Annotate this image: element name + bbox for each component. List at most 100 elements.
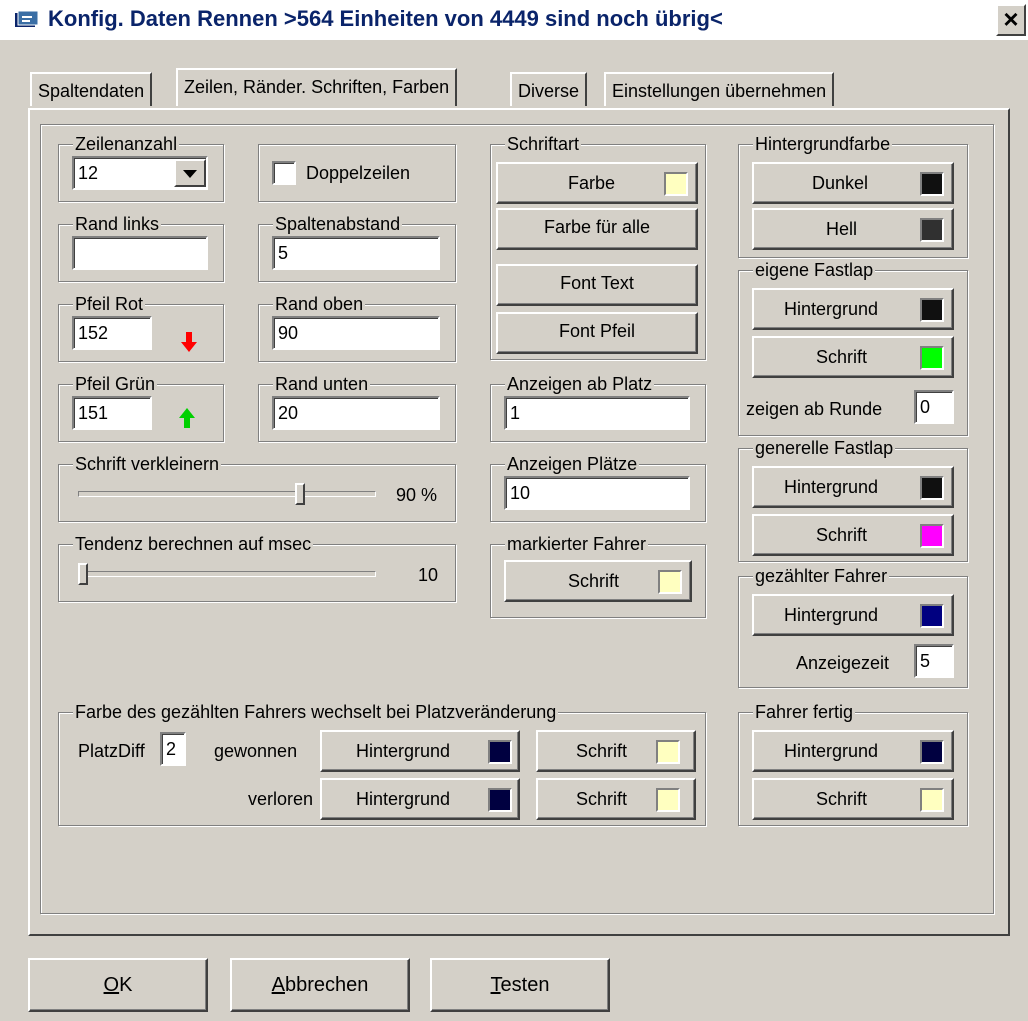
group-label: Hintergrundfarbe [753,133,893,155]
markierter-schrift-button[interactable]: Schrift [504,560,692,602]
testen-label: esten [500,974,550,996]
font-pfeil-label: Font Pfeil [558,321,636,341]
close-button[interactable]: × [996,4,1026,36]
tendenz-value: 10 [418,565,439,585]
dunkel-label: Dunkel [812,173,869,193]
anzeigen-ab-platz-input[interactable]: 1 [504,396,690,430]
gezaehlter-hintergrund-button[interactable]: Hintergrund [752,594,954,636]
group-label: Fahrer fertig [753,701,856,723]
testen-button[interactable]: Testen [430,958,610,1012]
zeigen-ab-runde-input[interactable]: 0 [914,390,954,424]
arrow-up-icon [179,408,195,428]
tendenz-thumb[interactable] [78,563,88,585]
group-label: Rand links [73,213,162,235]
schrift-verkleinern-thumb[interactable] [295,483,305,505]
anzeigen-plaetze-input[interactable]: 10 [504,476,690,510]
schrift-swatch [656,740,680,764]
gewonnen-label: gewonnen [214,741,298,761]
hintergrund-swatch [920,740,944,764]
anzeigezeit-label: Anzeigezeit [796,653,890,673]
schrift-swatch [920,788,944,812]
group-label: generelle Fastlap [753,437,896,459]
rand-unten-input[interactable]: 20 [272,396,440,430]
schrift-verkleinern-value: 90 % [396,485,438,505]
dropdown-button[interactable] [174,159,206,187]
fertig-schrift-button[interactable]: Schrift [752,778,954,820]
hintergrund-swatch [488,788,512,812]
hintergrund-swatch [920,476,944,500]
tab-diverse[interactable]: Diverse [510,72,588,106]
farbe-swatch [664,172,688,196]
dunkel-swatch [920,172,944,196]
ok-button[interactable]: OK [28,958,208,1012]
hell-button[interactable]: Hell [752,208,954,250]
app-icon [15,10,39,27]
schrift-label: Schrift [816,525,868,545]
schrift-swatch [658,570,682,594]
pfeil-gruen-input[interactable]: 151 [72,396,152,430]
rand-oben-input[interactable]: 90 [272,316,440,350]
anzeigezeit-input[interactable]: 5 [914,644,954,678]
window-title: Konfig. Daten Rennen >564 Einheiten von … [48,6,723,31]
doppelzeilen-checkbox[interactable] [272,161,296,185]
schrift-swatch [656,788,680,812]
schrift-label: Schrift [568,571,620,591]
group-label: Pfeil Rot [73,293,146,315]
hintergrund-label: Hintergrund [356,741,451,761]
schrift-label: Schrift [816,347,868,367]
fertig-hintergrund-button[interactable]: Hintergrund [752,730,954,772]
font-pfeil-button[interactable]: Font Pfeil [496,312,698,354]
group-label: Anzeigen ab Platz [505,373,655,395]
tab-zeilen-raender[interactable]: Zeilen, Ränder. Schriften, Farben [176,68,458,106]
abbrechen-button[interactable]: Abbrechen [230,958,410,1012]
gewonnen-schrift-button[interactable]: Schrift [536,730,696,772]
eigene-schrift-button[interactable]: Schrift [752,336,954,378]
group-label: eigene Fastlap [753,259,876,281]
ok-label: K [119,974,133,996]
platzdiff-input[interactable]: 2 [160,732,186,766]
abbrechen-mnemonic: A [271,974,285,996]
verloren-label: verloren [248,789,314,809]
group-label: Tendenz berechnen auf msec [73,533,314,555]
hintergrund-label: Hintergrund [784,605,879,625]
group-label: Pfeil Grün [73,373,158,395]
gewonnen-hintergrund-button[interactable]: Hintergrund [320,730,520,772]
farbe-fuer-alle-button[interactable]: Farbe für alle [496,208,698,250]
group-label: Zeilenanzahl [73,133,180,155]
farbe-fuer-alle-label: Farbe für alle [543,217,651,237]
doppelzeilen-label: Doppelzeilen [306,163,411,183]
generelle-schrift-button[interactable]: Schrift [752,514,954,556]
tendenz-track[interactable] [78,571,376,577]
rand-links-input[interactable] [72,236,208,270]
dunkel-button[interactable]: Dunkel [752,162,954,204]
schrift-swatch [920,346,944,370]
font-text-button[interactable]: Font Text [496,264,698,306]
verloren-hintergrund-button[interactable]: Hintergrund [320,778,520,820]
spaltenabstand-input[interactable]: 5 [272,236,440,270]
group-label: Schriftart [505,133,582,155]
group-label: gezählter Fahrer [753,565,890,587]
schrift-label: Schrift [576,741,628,761]
farbe-label: Farbe [568,173,616,193]
tab-einstellungen[interactable]: Einstellungen übernehmen [604,72,835,106]
tab-spaltendaten[interactable]: Spaltendaten [30,72,153,106]
verloren-schrift-button[interactable]: Schrift [536,778,696,820]
group-label: Farbe des gezählten Fahrers wechselt bei… [73,701,559,723]
group-label: Spaltenabstand [273,213,403,235]
zeigen-ab-runde-label: zeigen ab Runde [746,399,883,419]
schrift-verkleinern-track[interactable] [78,491,376,497]
pfeil-rot-input[interactable]: 152 [72,316,152,350]
group-label: Rand unten [273,373,371,395]
schrift-label: Schrift [816,789,868,809]
hintergrund-label: Hintergrund [784,477,879,497]
generelle-hintergrund-button[interactable]: Hintergrund [752,466,954,508]
group-label: Anzeigen Plätze [505,453,640,475]
hintergrund-swatch [920,604,944,628]
platzdiff-label: PlatzDiff [78,741,145,761]
group-label: Schrift verkleinern [73,453,222,475]
farbe-button[interactable]: Farbe [496,162,698,204]
eigene-hintergrund-button[interactable]: Hintergrund [752,288,954,330]
arrow-down-icon [181,332,197,352]
group-label: Rand oben [273,293,366,315]
hell-swatch [920,218,944,242]
